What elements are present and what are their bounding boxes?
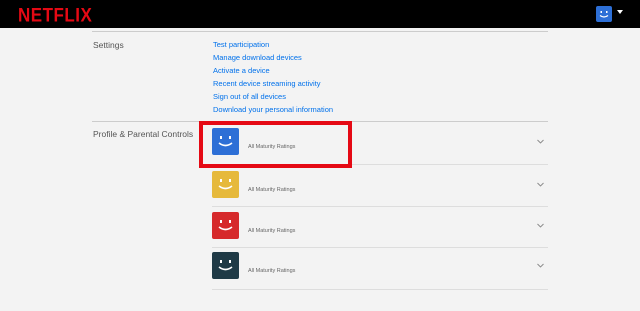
section-divider (92, 31, 548, 32)
profile-maturity-rating: All Maturity Ratings (248, 268, 296, 274)
activate-device-link[interactable]: Activate a device (213, 66, 270, 75)
row-divider (212, 289, 548, 290)
sign-out-all-devices-link[interactable]: Sign out of all devices (213, 92, 286, 101)
account-avatar-icon[interactable] (596, 6, 612, 22)
smiley-face-icon (218, 220, 233, 231)
settings-section-title: Settings (93, 40, 124, 50)
test-participation-link[interactable]: Test participation (213, 40, 269, 49)
manage-download-devices-link[interactable]: Manage download devices (213, 53, 302, 62)
profile-parental-controls-title: Profile & Parental Controls (93, 129, 194, 139)
profile-row-3[interactable]: All Maturity Ratings (212, 210, 548, 250)
smiley-face-icon (218, 179, 233, 190)
profile-avatar-dark[interactable] (212, 252, 239, 279)
row-divider (212, 247, 548, 248)
profile-maturity-rating: All Maturity Ratings (248, 187, 296, 193)
chevron-down-icon[interactable] (537, 138, 544, 145)
netflix-logo[interactable]: NETFLIX (18, 4, 92, 27)
profile-maturity-rating: All Maturity Ratings (248, 228, 296, 234)
recent-streaming-activity-link[interactable]: Recent device streaming activity (213, 79, 321, 88)
chevron-down-icon[interactable] (537, 181, 544, 188)
profile-avatar-red[interactable] (212, 212, 239, 239)
top-nav-bar: NETFLIX (0, 0, 640, 28)
account-dropdown-caret-icon[interactable] (617, 10, 623, 14)
download-personal-info-link[interactable]: Download your personal information (213, 105, 333, 114)
smiley-face-icon (218, 260, 233, 271)
chevron-down-icon[interactable] (537, 262, 544, 269)
highlight-box (199, 121, 352, 168)
row-divider (212, 206, 548, 207)
profile-row-4[interactable]: All Maturity Ratings (212, 251, 548, 291)
profile-row-2[interactable]: All Maturity Ratings (212, 168, 548, 208)
chevron-down-icon[interactable] (537, 222, 544, 229)
profile-avatar-yellow[interactable] (212, 171, 239, 198)
